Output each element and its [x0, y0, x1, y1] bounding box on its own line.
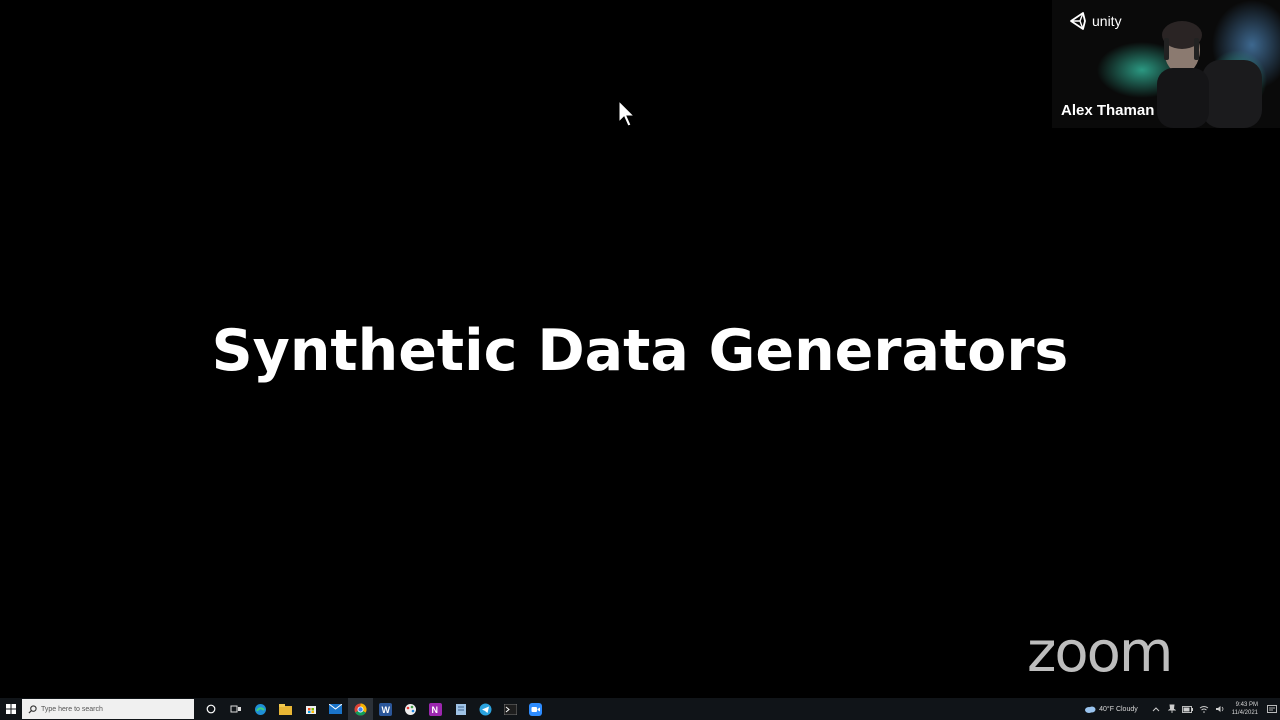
word-icon[interactable]: W — [373, 698, 398, 720]
weather-widget[interactable]: 40°F Cloudy — [1084, 705, 1138, 713]
clock-time: 9:43 PM — [1235, 702, 1258, 708]
unity-logo-text: unity — [1092, 13, 1122, 29]
telegram-icon[interactable] — [473, 698, 498, 720]
start-button[interactable] — [0, 698, 22, 720]
participant-name-label: Alex Thaman — [1061, 102, 1155, 119]
windows-logo-icon — [6, 704, 16, 714]
store-icon[interactable] — [298, 698, 323, 720]
network-icon[interactable] — [1196, 698, 1212, 720]
mail-icon[interactable] — [323, 698, 348, 720]
pin-icon[interactable] — [1164, 698, 1180, 720]
taskbar-app-list: W N — [198, 698, 548, 720]
taskbar-clock[interactable]: 9:43 PM 11/4/2021 — [1232, 701, 1258, 717]
system-tray: 40°F Cloudy 9:43 PM 11/4/2021 — [1084, 698, 1280, 720]
zoom-icon[interactable] — [523, 698, 548, 720]
file-explorer-icon[interactable] — [273, 698, 298, 720]
paint-icon[interactable] — [398, 698, 423, 720]
task-view-icon[interactable] — [223, 698, 248, 720]
windows-taskbar: Type here to search W N 40°F Cloudy 9:43… — [0, 698, 1280, 720]
cortana-icon[interactable] — [198, 698, 223, 720]
notification-center-icon[interactable] — [1264, 698, 1280, 720]
participant-video-tile[interactable]: unity Alex Thaman — [1052, 0, 1280, 128]
clock-date: 11/4/2021 — [1231, 710, 1258, 716]
volume-icon[interactable] — [1212, 698, 1228, 720]
chevron-up-icon[interactable] — [1148, 698, 1164, 720]
svg-text:N: N — [432, 705, 439, 715]
search-icon — [28, 704, 37, 714]
mouse-pointer-icon — [618, 100, 636, 127]
taskbar-search-box[interactable]: Type here to search — [22, 699, 194, 719]
slide-title: Synthetic Data Generators — [211, 318, 1069, 384]
zoom-watermark-logo: zoom — [1027, 620, 1173, 685]
notepad-icon[interactable] — [448, 698, 473, 720]
battery-icon[interactable] — [1180, 698, 1196, 720]
edge-icon[interactable] — [248, 698, 273, 720]
weather-text: 40°F Cloudy — [1099, 705, 1138, 713]
screen: Synthetic Data Generators unity Alex Tha… — [0, 0, 1280, 720]
svg-text:W: W — [382, 705, 391, 715]
unity-logo: unity — [1068, 11, 1122, 31]
cloud-icon — [1085, 706, 1096, 713]
onenote-icon[interactable]: N — [423, 698, 448, 720]
terminal-icon[interactable] — [498, 698, 523, 720]
chrome-icon[interactable] — [348, 698, 373, 720]
search-placeholder: Type here to search — [41, 705, 103, 713]
unity-cube-icon — [1070, 12, 1086, 30]
